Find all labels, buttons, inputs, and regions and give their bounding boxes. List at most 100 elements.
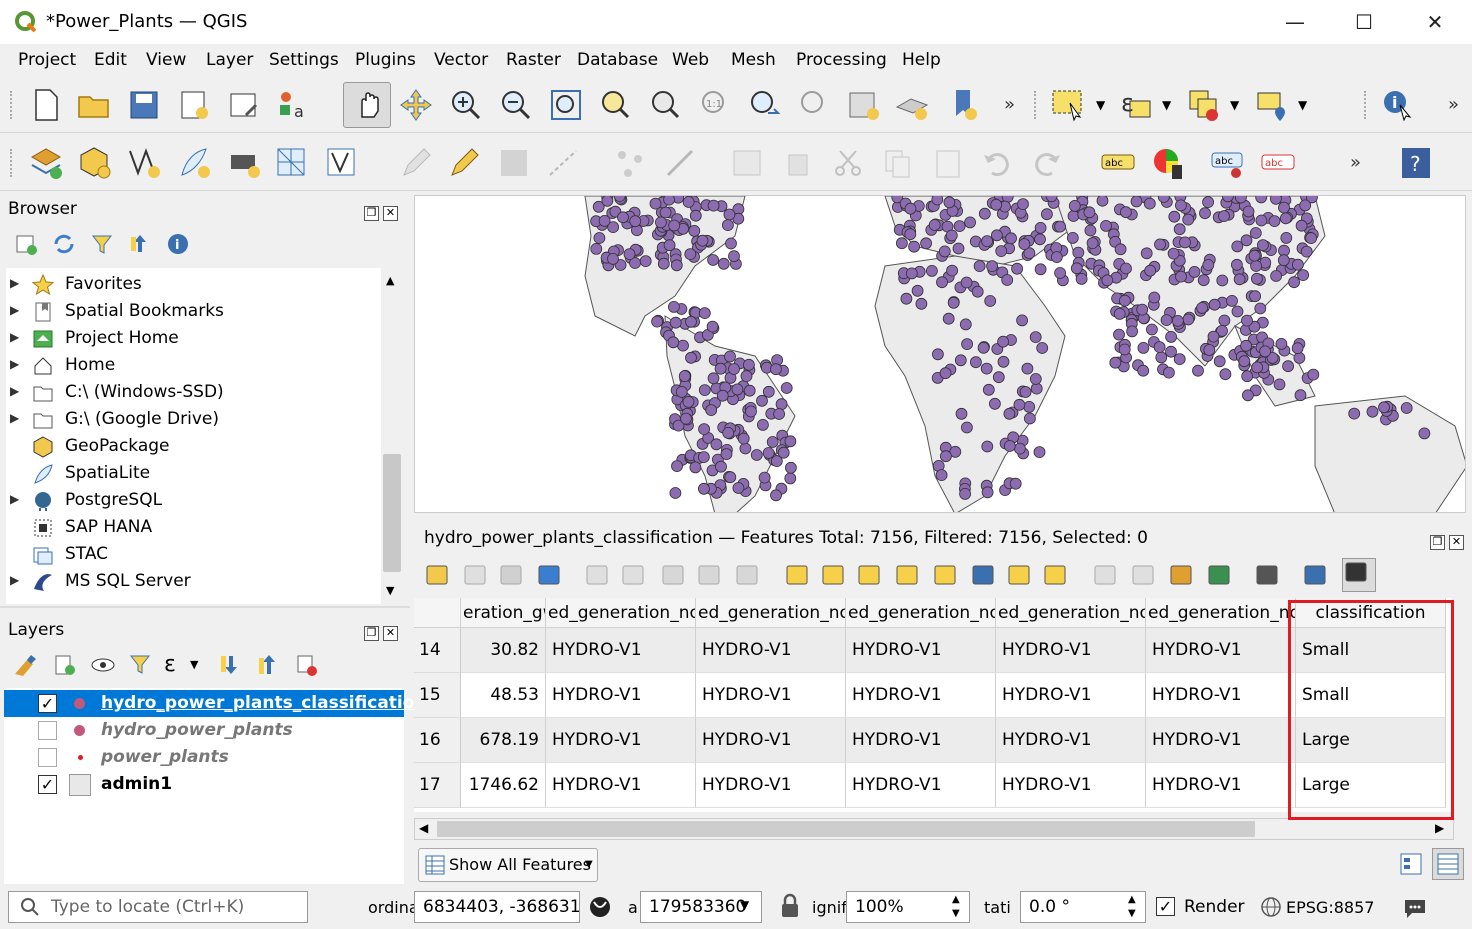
new-project-icon[interactable] bbox=[28, 87, 64, 123]
menu-plugins[interactable]: Plugins bbox=[355, 50, 416, 70]
render-checkbox[interactable]: ✓ bbox=[1156, 897, 1175, 916]
zoom-to-layer-icon[interactable] bbox=[646, 87, 682, 123]
filter-legend-icon[interactable] bbox=[128, 652, 154, 678]
table-cell[interactable]: HYDRO-V1 bbox=[1146, 673, 1296, 718]
browser-item[interactable]: SpatiaLite bbox=[6, 460, 381, 487]
zoom-to-selection-icon[interactable] bbox=[1042, 562, 1068, 588]
field-calculator-icon[interactable] bbox=[1168, 562, 1194, 588]
new-field-icon[interactable] bbox=[1092, 562, 1118, 588]
browser-item[interactable]: ▶ Project Home bbox=[6, 325, 381, 352]
browser-item[interactable]: ▶ Spatial Bookmarks bbox=[6, 298, 381, 325]
toggle-extents-icon[interactable] bbox=[588, 894, 612, 920]
scroll-left-icon[interactable]: ◀ bbox=[419, 821, 428, 835]
undo-icon[interactable] bbox=[980, 145, 1016, 181]
browser-scrollbar[interactable]: ▲ ▼ bbox=[381, 268, 403, 604]
map-canvas[interactable] bbox=[414, 195, 1466, 513]
column-header[interactable]: ed_generation_not bbox=[546, 598, 696, 628]
pin-labels-icon[interactable]: abc bbox=[1210, 145, 1246, 181]
show-unplaced-labels-icon[interactable]: abc bbox=[1260, 145, 1296, 181]
add-line-feature-icon[interactable] bbox=[546, 145, 582, 181]
new-mesh-layer-icon[interactable] bbox=[274, 145, 310, 181]
toolbar-overflow-button[interactable]: » bbox=[1350, 152, 1361, 173]
delete-field-icon[interactable] bbox=[1130, 562, 1156, 588]
add-feature-icon[interactable] bbox=[584, 562, 610, 588]
layer-item[interactable]: ✓ hydro_power_plants_classification bbox=[4, 690, 427, 717]
label-toolbar-icon[interactable]: abc bbox=[1100, 145, 1136, 181]
close-panel-icon[interactable]: ✕ bbox=[383, 626, 398, 641]
save-layer-edits-icon[interactable] bbox=[496, 145, 532, 181]
copy-features-icon[interactable] bbox=[880, 145, 916, 181]
zoom-next-icon[interactable] bbox=[796, 87, 832, 123]
table-cell[interactable]: HYDRO-V1 bbox=[696, 718, 846, 763]
table-cell[interactable]: HYDRO-V1 bbox=[996, 628, 1146, 673]
menu-raster[interactable]: Raster bbox=[506, 50, 561, 70]
table-cell[interactable]: HYDRO-V1 bbox=[546, 718, 696, 763]
messages-icon[interactable] bbox=[1402, 896, 1428, 920]
style-panel-icon[interactable] bbox=[12, 652, 38, 678]
expand-arrow-icon[interactable]: ▶ bbox=[10, 492, 19, 506]
toggle-editing-icon[interactable] bbox=[446, 145, 482, 181]
locator-search-input[interactable]: Type to locate (Ctrl+K) bbox=[8, 891, 308, 923]
table-cell[interactable]: HYDRO-V1 bbox=[696, 628, 846, 673]
table-cell[interactable]: HYDRO-V1 bbox=[546, 763, 696, 808]
collapse-all-icon[interactable] bbox=[128, 232, 152, 256]
toolbar-grip[interactable] bbox=[1364, 91, 1368, 119]
layer-item[interactable]: ✓ admin1 bbox=[4, 771, 404, 798]
new-spatialite-layer-icon[interactable] bbox=[176, 145, 212, 181]
conditional-formatting-icon[interactable] bbox=[1206, 562, 1232, 588]
toolbar-overflow-button[interactable]: » bbox=[1004, 94, 1015, 115]
filter-by-expression-icon[interactable]: ε bbox=[164, 652, 190, 678]
data-source-manager-icon[interactable] bbox=[28, 145, 64, 181]
new-temporary-layer-icon[interactable] bbox=[324, 145, 360, 181]
toolbar-grip[interactable] bbox=[10, 91, 14, 119]
help-icon[interactable]: ? bbox=[1398, 145, 1434, 181]
scrollbar-thumb[interactable] bbox=[437, 821, 1255, 837]
table-cell[interactable]: HYDRO-V1 bbox=[546, 628, 696, 673]
layout-manager-icon[interactable] bbox=[226, 87, 262, 123]
save-edits-icon[interactable] bbox=[498, 562, 524, 588]
panel-splitter[interactable] bbox=[0, 606, 410, 608]
select-by-expression-icon[interactable]: ε bbox=[1118, 87, 1154, 123]
diagram-properties-icon[interactable] bbox=[1150, 145, 1186, 181]
collapse-all-icon[interactable] bbox=[256, 652, 282, 678]
table-cell[interactable]: HYDRO-V1 bbox=[846, 763, 996, 808]
browser-item[interactable]: ▶ PostgreSQL bbox=[6, 487, 381, 514]
copy-icon[interactable] bbox=[696, 562, 722, 588]
menu-view[interactable]: View bbox=[146, 50, 186, 70]
delete-feature-icon[interactable] bbox=[620, 562, 646, 588]
add-group-icon[interactable] bbox=[52, 652, 78, 678]
remove-layer-icon[interactable] bbox=[294, 652, 320, 678]
select-by-location-icon[interactable] bbox=[1254, 87, 1290, 123]
style-manager-icon[interactable]: a bbox=[274, 87, 310, 123]
menu-processing[interactable]: Processing bbox=[796, 50, 887, 70]
browser-item[interactable]: ▶ Home bbox=[6, 352, 381, 379]
menu-web[interactable]: Web bbox=[672, 50, 709, 70]
zoom-out-icon[interactable] bbox=[498, 87, 534, 123]
chevron-down-icon[interactable]: ▼ bbox=[1162, 98, 1171, 112]
column-header[interactable]: ed_generation_not bbox=[1146, 598, 1296, 628]
column-header[interactable]: eration_gw bbox=[461, 598, 546, 628]
menu-vector[interactable]: Vector bbox=[434, 50, 488, 70]
select-by-expression-icon[interactable] bbox=[784, 562, 810, 588]
filter-selection-icon[interactable] bbox=[932, 562, 958, 588]
pan-to-selection-icon[interactable] bbox=[398, 87, 434, 123]
deselect-all-icon[interactable] bbox=[894, 562, 920, 588]
dock-table-icon[interactable] bbox=[1342, 558, 1376, 592]
new-map-view-icon[interactable] bbox=[846, 87, 882, 123]
organize-columns-icon[interactable] bbox=[1254, 562, 1280, 588]
magnifier-spinner[interactable]: ▲ ▼ bbox=[952, 893, 960, 921]
browser-item[interactable]: GeoPackage bbox=[6, 433, 381, 460]
browser-item[interactable]: ▶ Favorites bbox=[6, 271, 381, 298]
toolbar-grip[interactable] bbox=[10, 149, 14, 177]
row-header[interactable]: 16 bbox=[414, 718, 461, 763]
menu-edit[interactable]: Edit bbox=[94, 50, 127, 70]
coordinate-field[interactable]: 6834403, -3686316 bbox=[414, 891, 580, 923]
panel-splitter[interactable] bbox=[414, 515, 1466, 519]
expand-arrow-icon[interactable]: ▶ bbox=[10, 357, 19, 371]
table-cell[interactable]: HYDRO-V1 bbox=[846, 673, 996, 718]
table-corner[interactable] bbox=[414, 598, 461, 628]
browser-item[interactable]: SAP HANA bbox=[6, 514, 381, 541]
expand-arrow-icon[interactable]: ▶ bbox=[10, 330, 19, 344]
manage-visibility-icon[interactable] bbox=[90, 652, 116, 678]
new-3d-map-view-icon[interactable] bbox=[894, 87, 930, 123]
